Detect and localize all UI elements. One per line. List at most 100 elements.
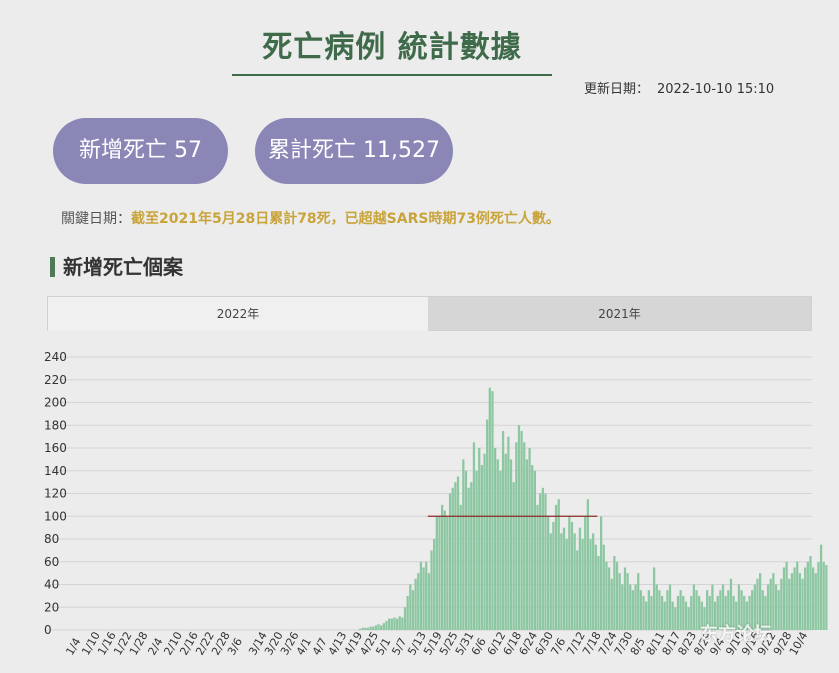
chart-bar — [618, 573, 621, 631]
chart-bar — [515, 442, 518, 630]
chart-bar — [419, 561, 423, 630]
updated-label: 更新日期： — [584, 82, 650, 97]
chart-bar — [819, 544, 823, 630]
chart-bar — [814, 573, 817, 631]
chart-bar — [687, 607, 690, 630]
chart-bar — [430, 550, 433, 631]
chart-bar — [602, 544, 605, 630]
chart-bar — [358, 628, 362, 630]
chart-bar — [798, 573, 801, 631]
tab-2022[interactable]: 2022年 — [48, 297, 428, 331]
chart-bar — [655, 584, 658, 630]
y-tick-label: 160 — [44, 441, 67, 455]
chart-bar — [584, 516, 587, 630]
chart-bar — [374, 625, 377, 630]
chart-bar — [578, 527, 582, 631]
chart-bar — [626, 573, 629, 631]
chart-bar — [459, 504, 462, 631]
chart-bar — [774, 584, 778, 630]
chart-bar — [470, 482, 473, 631]
title-underline — [232, 74, 552, 76]
chart-bar — [462, 459, 465, 631]
section-marker — [50, 257, 55, 277]
chart-bar — [475, 470, 478, 630]
chart-bar — [454, 482, 457, 631]
chart-bar — [369, 626, 372, 630]
chart-bar — [817, 561, 820, 630]
chart-bar — [395, 618, 399, 631]
chart-bar — [676, 595, 680, 631]
chart-bar — [385, 620, 388, 630]
chart-bar — [554, 504, 558, 631]
chart-bar — [806, 561, 809, 630]
chart-bar — [631, 590, 635, 630]
chart-bar — [692, 584, 695, 630]
update-timestamp: 更新日期： 2022-10-10 15:10 — [584, 78, 774, 97]
chart-bar — [605, 561, 608, 630]
chart-bar — [645, 601, 648, 630]
chart-bar — [560, 533, 563, 630]
chart-bar — [562, 527, 566, 631]
chart-bar — [531, 465, 534, 630]
chart-bar — [425, 561, 428, 630]
chart-bar — [456, 476, 460, 630]
updated-value: 2022-10-10 15:10 — [657, 82, 775, 97]
chart-bar — [525, 459, 529, 631]
chart-bar — [576, 550, 579, 631]
chart-bar — [793, 567, 796, 630]
chart-bar — [446, 516, 449, 630]
chart-bar — [785, 561, 788, 630]
chart-bar — [406, 595, 409, 631]
chart-bar — [388, 618, 391, 631]
chart-bar — [690, 595, 693, 631]
chart-bar — [674, 607, 677, 630]
y-tick-label: 140 — [44, 464, 67, 478]
chart-bar — [825, 565, 828, 630]
chart-bar — [398, 616, 401, 630]
chart-bar — [621, 584, 624, 630]
chart-bar — [695, 590, 698, 630]
y-tick-label: 180 — [44, 418, 67, 432]
chart-bar — [523, 442, 526, 630]
chart-bar — [570, 521, 574, 630]
chart-bar — [364, 627, 367, 630]
chart-bar — [552, 521, 555, 630]
chart-bar — [679, 590, 682, 630]
chart-bar — [504, 453, 507, 630]
chart-bar — [639, 590, 642, 630]
x-tick-label: 1/4 — [63, 636, 83, 658]
chart-bar — [573, 533, 576, 630]
tab-2021[interactable]: 2021年 — [428, 297, 811, 331]
chart-bar — [377, 624, 380, 630]
chart-bar — [660, 595, 664, 631]
chart-bar — [544, 493, 547, 630]
chart-bar — [494, 448, 497, 630]
y-tick-label: 220 — [44, 373, 67, 387]
year-tabs: 2022年 2021年 — [47, 296, 812, 331]
chart-bar — [409, 584, 412, 630]
chart-bar — [804, 567, 807, 630]
chart-bar — [472, 442, 476, 630]
chart-bar — [589, 539, 592, 630]
chart-bar — [441, 504, 444, 631]
chart-bar — [488, 387, 491, 630]
chart-bar — [422, 567, 425, 630]
y-tick-label: 0 — [44, 623, 52, 637]
chart-bar — [541, 487, 544, 630]
chart-bar — [597, 556, 600, 630]
chart-bar — [790, 573, 794, 631]
chart-bar — [796, 561, 799, 630]
key-date-label: 關鍵日期： — [61, 211, 131, 227]
chart-bar — [565, 539, 568, 630]
chart-bar — [684, 601, 688, 630]
x-tick-label: 4/7 — [310, 636, 330, 658]
chart-bar — [464, 470, 468, 630]
chart-bar — [666, 590, 669, 630]
section-heading: 新增死亡個案 — [50, 251, 183, 280]
chart-bar — [615, 561, 619, 630]
chart-bar — [772, 573, 775, 631]
page-title: 死亡病例 統計數據 — [262, 30, 522, 65]
chart-bar — [671, 601, 674, 630]
chart-bar — [478, 448, 481, 630]
chart-bar — [433, 539, 436, 630]
